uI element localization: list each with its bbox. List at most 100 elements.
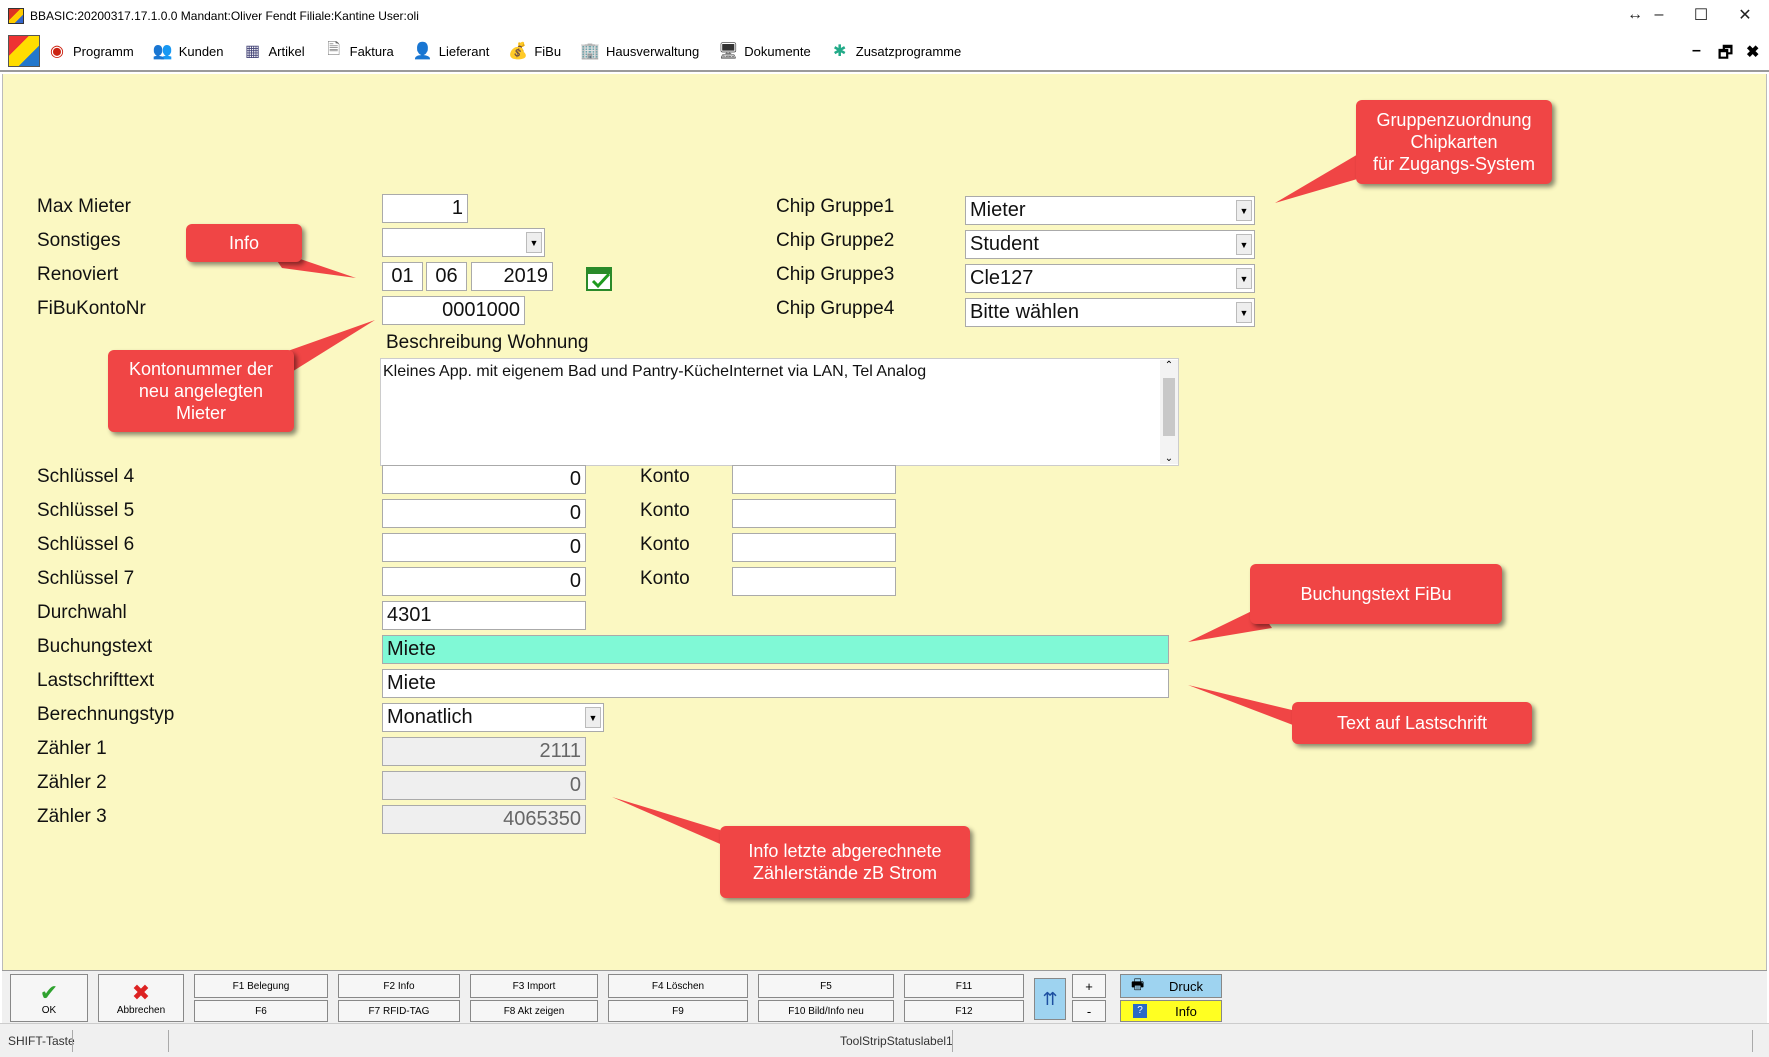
app-logo-icon bbox=[8, 35, 40, 67]
f8-akt-zeigen-button[interactable]: F8 Akt zeigen bbox=[470, 1000, 598, 1022]
help-icon: ? bbox=[1133, 1004, 1147, 1018]
f6-button[interactable]: F6 bbox=[194, 1000, 328, 1022]
menu-item-programm[interactable]: ◉ Programm bbox=[46, 34, 134, 68]
durchwahl-input[interactable]: 4301 bbox=[382, 601, 586, 630]
minimize-button[interactable]: – bbox=[1636, 0, 1682, 30]
f4-loeschen-button[interactable]: F4 Löschen bbox=[608, 974, 748, 998]
f10-bild-info-button[interactable]: F10 Bild/Info neu bbox=[758, 1000, 894, 1022]
chip-gruppe4-select[interactable]: Bitte wählen ▼ bbox=[965, 298, 1255, 327]
konto6-input[interactable] bbox=[732, 533, 896, 562]
zaehler3-input: 4065350 bbox=[382, 805, 586, 834]
f7-rfid-tag-button[interactable]: F7 RFID-TAG bbox=[338, 1000, 460, 1022]
menu-item-zusatzprogramme[interactable]: ✱ Zusatzprogramme bbox=[829, 34, 961, 68]
menu-item-dokumente[interactable]: 🖥 Dokumente bbox=[717, 34, 811, 68]
max-mieter-input[interactable]: 1 bbox=[382, 194, 468, 223]
chip-gruppe2-value: Student bbox=[970, 233, 1039, 255]
chip-gruppe2-label: Chip Gruppe2 bbox=[776, 230, 895, 251]
schluessel7-input[interactable]: 0 bbox=[382, 567, 586, 596]
scroll-down-icon[interactable]: ⌄ bbox=[1160, 453, 1178, 464]
f2-info-button[interactable]: F2 Info bbox=[338, 974, 460, 998]
dropdown-arrow-icon[interactable]: ▼ bbox=[1236, 302, 1252, 323]
buchungstext-label: Buchungstext bbox=[37, 636, 153, 657]
chip-gruppe2-select[interactable]: Student ▼ bbox=[965, 230, 1255, 259]
dropdown-arrow-icon[interactable]: ▼ bbox=[1236, 268, 1252, 289]
menu-item-hausverwaltung[interactable]: 🏢 Hausverwaltung bbox=[579, 34, 699, 68]
menu-item-label: Hausverwaltung bbox=[606, 43, 700, 59]
schluessel5-input[interactable]: 0 bbox=[382, 499, 586, 528]
menu-item-faktura[interactable]: 🗎 Faktura bbox=[323, 34, 394, 68]
ok-label: OK bbox=[41, 1004, 57, 1016]
menu-item-lieferant[interactable]: 👤 Lieferant bbox=[412, 34, 490, 68]
chip-gruppe1-label: Chip Gruppe1 bbox=[776, 196, 895, 217]
f12-button[interactable]: F12 bbox=[904, 1000, 1024, 1022]
maximize-button[interactable]: ☐ bbox=[1678, 0, 1724, 30]
menu-item-label: Artikel bbox=[268, 43, 305, 59]
ok-button[interactable]: ✔ OK bbox=[10, 974, 88, 1022]
schluessel4-label: Schlüssel 4 bbox=[37, 466, 135, 487]
chip-gruppe1-value: Mieter bbox=[970, 199, 1026, 221]
status-bar: SHIFT-Taste ToolStripStatuslabel1 bbox=[0, 1023, 1769, 1057]
app-icon bbox=[8, 8, 24, 24]
f3-import-button[interactable]: F3 Import bbox=[470, 974, 598, 998]
chip-gruppe3-select[interactable]: Cle127 ▼ bbox=[965, 264, 1255, 293]
scroll-thumb[interactable] bbox=[1163, 378, 1175, 436]
beschreibung-scrollbar[interactable]: ⌃ ⌄ bbox=[1160, 360, 1178, 464]
renoviert-year-input[interactable]: 2019 bbox=[471, 262, 553, 291]
dropdown-arrow-icon[interactable]: ▼ bbox=[1236, 234, 1252, 255]
schluessel5-label: Schlüssel 5 bbox=[37, 500, 135, 521]
fibu-konto-input[interactable]: 0001000 bbox=[382, 296, 525, 325]
berechnungstyp-select[interactable]: Monatlich ▼ bbox=[382, 703, 604, 732]
scroll-up-double-icon[interactable]: ⇈ bbox=[1034, 978, 1066, 1020]
callout-lastschrift: Text auf Lastschrift bbox=[1292, 702, 1532, 744]
plus-button[interactable]: + bbox=[1072, 974, 1106, 998]
zaehler1-label: Zähler 1 bbox=[37, 738, 107, 759]
programm-icon: ◉ bbox=[50, 43, 64, 60]
f9-button[interactable]: F9 bbox=[608, 1000, 748, 1022]
dropdown-arrow-icon[interactable]: ▼ bbox=[526, 232, 542, 253]
title-bar: BBASIC:20200317.17.1.0.0 Mandant:Oliver … bbox=[0, 0, 1769, 32]
menu-item-label: Kunden bbox=[178, 43, 224, 59]
renoviert-label: Renoviert bbox=[37, 264, 119, 285]
renoviert-month-input[interactable]: 06 bbox=[426, 262, 467, 291]
f1-belegung-button[interactable]: F1 Belegung bbox=[194, 974, 328, 998]
f11-button[interactable]: F11 bbox=[904, 974, 1024, 998]
druck-button[interactable]: 🖶 Druck bbox=[1120, 974, 1222, 998]
callout-zaehlerstaende: Info letzte abgerechnete Zählerstände zB… bbox=[720, 826, 970, 898]
minus-button[interactable]: - bbox=[1072, 1000, 1106, 1022]
beschreibung-textarea[interactable] bbox=[380, 358, 1179, 466]
menu-item-label: FiBu bbox=[534, 43, 562, 59]
konto7-input[interactable] bbox=[732, 567, 896, 596]
berechnungstyp-label: Berechnungstyp bbox=[37, 704, 175, 725]
f5-button[interactable]: F5 bbox=[758, 974, 894, 998]
calendar-icon[interactable] bbox=[585, 264, 615, 292]
zaehler1-input: 2111 bbox=[382, 737, 586, 766]
dropdown-arrow-icon[interactable]: ▼ bbox=[1236, 200, 1252, 221]
renoviert-day-input[interactable]: 01 bbox=[382, 262, 423, 291]
zusatzprogramme-icon: ✱ bbox=[833, 43, 847, 60]
mdi-close-button[interactable]: ✖ bbox=[1746, 42, 1759, 62]
lastschrifttext-input[interactable]: Miete bbox=[382, 669, 1169, 698]
dropdown-arrow-icon[interactable]: ▼ bbox=[585, 707, 601, 728]
close-button[interactable]: ✕ bbox=[1722, 0, 1768, 30]
schluessel6-input[interactable]: 0 bbox=[382, 533, 586, 562]
menu-item-fibu[interactable]: 💰 FiBu bbox=[507, 34, 561, 68]
chip-gruppe1-select[interactable]: Mieter ▼ bbox=[965, 196, 1255, 225]
menu-item-kunden[interactable]: 👥 Kunden bbox=[152, 34, 224, 68]
buchungstext-input[interactable]: Miete bbox=[382, 635, 1169, 664]
sonstiges-select[interactable]: ▼ bbox=[382, 228, 545, 257]
scroll-up-icon[interactable]: ⌃ bbox=[1160, 360, 1178, 371]
mdi-restore-button[interactable]: 🗗 bbox=[1718, 42, 1733, 69]
schluessel7-label: Schlüssel 7 bbox=[37, 568, 135, 589]
abbrechen-button[interactable]: ✖ Abbrechen bbox=[98, 974, 184, 1022]
menu-item-artikel[interactable]: ▦ Artikel bbox=[242, 34, 305, 68]
schluessel4-input[interactable]: 0 bbox=[382, 465, 586, 494]
info-button[interactable]: ? Info bbox=[1120, 1000, 1222, 1022]
mdi-minimize-button[interactable]: – bbox=[1692, 42, 1701, 60]
menu-item-label: Dokumente bbox=[744, 43, 811, 59]
konto4-input[interactable] bbox=[732, 465, 896, 494]
dokumente-icon: 🖥 bbox=[718, 43, 739, 60]
zaehler2-label: Zähler 2 bbox=[37, 772, 107, 793]
konto5-input[interactable] bbox=[732, 499, 896, 528]
faktura-icon: 🗎 bbox=[327, 40, 341, 58]
druck-label: Druck bbox=[1169, 978, 1203, 994]
